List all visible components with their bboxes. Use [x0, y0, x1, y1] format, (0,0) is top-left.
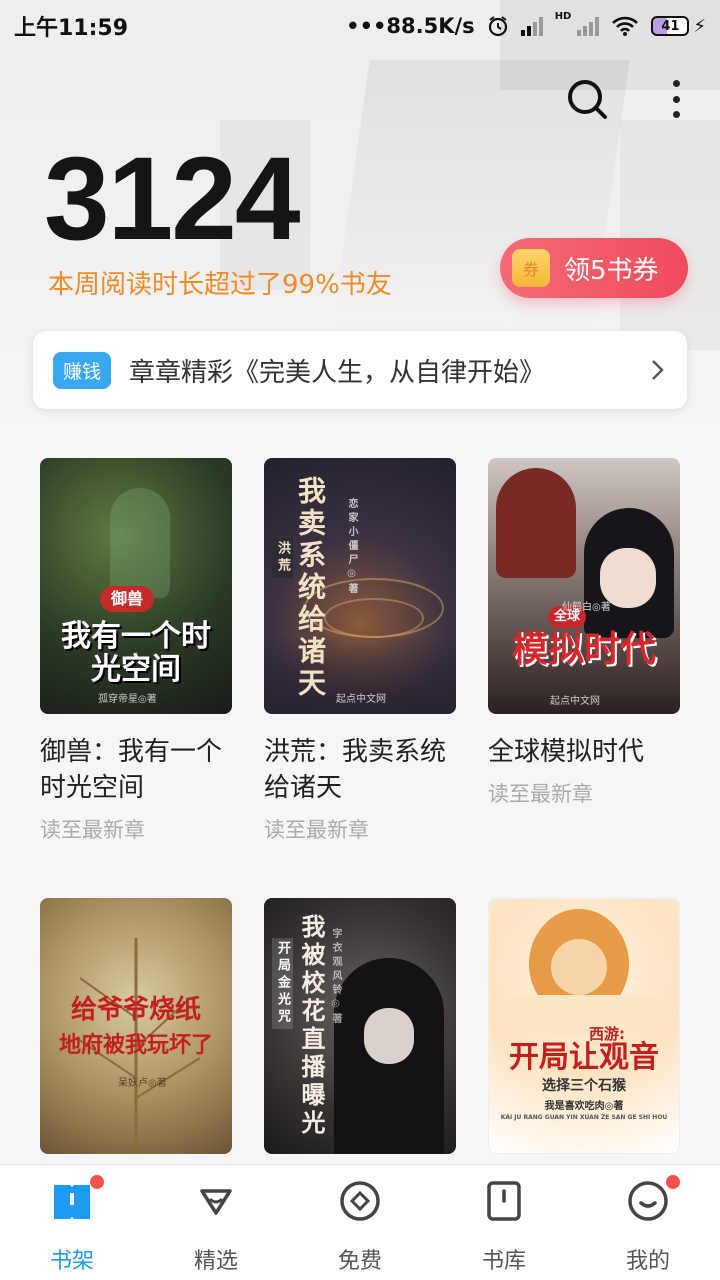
tab-label: 书库	[481, 1249, 526, 1274]
battery-level: 41	[661, 18, 680, 34]
reading-time-number: 3124	[44, 133, 301, 265]
book-cover[interactable]: 我被校花直播曝光 开局金光咒 字衣观风铃◎著	[264, 898, 456, 1154]
cover-subtitle: 选择三个石猴	[542, 1078, 626, 1094]
cover-title: 我被校花直播曝光	[297, 914, 325, 1138]
alarm-icon	[488, 16, 507, 37]
cover-subtitle: 地府被我玩坏了	[58, 1033, 213, 1058]
notification-dot	[666, 1175, 680, 1189]
reading-rank-text: 本周阅读时长超过了99%书友	[48, 270, 392, 300]
cover-tag: 洪荒	[272, 538, 293, 578]
tab-featured[interactable]: 精选	[144, 1165, 288, 1280]
cover-author: 呆妖卢◎著	[118, 1078, 167, 1089]
search-icon[interactable]	[564, 76, 610, 122]
book-card[interactable]: 西游: 开局让观音 选择三个石猴 我是喜欢吃肉◎著 KAI JU RANG GU…	[488, 898, 680, 1154]
book-progress: 读至最新章	[40, 818, 145, 842]
book-progress: 读至最新章	[264, 818, 369, 842]
tab-label: 免费	[337, 1249, 382, 1274]
network-speed: •••88.5K/s	[346, 14, 475, 38]
coupon-icon: 券	[512, 249, 550, 287]
book-cover[interactable]: 西游: 开局让观音 选择三个石猴 我是喜欢吃肉◎著 KAI JU RANG GU…	[488, 898, 680, 1154]
tab-label: 精选	[193, 1249, 238, 1274]
promo-banner[interactable]: 赚钱 章章精彩《完美人生，从自律开始》	[32, 330, 688, 410]
tab-profile[interactable]: 我的	[576, 1165, 720, 1280]
battery-icon: 41 ⚡	[651, 16, 706, 37]
book-title: 洪荒：我卖系统给诸天	[264, 737, 447, 803]
tab-label: 书架	[49, 1249, 94, 1274]
book-cover[interactable]: 给爷爷烧纸 地府被我玩坏了 呆妖卢◎著	[40, 898, 232, 1154]
wifi-icon	[612, 16, 639, 36]
tab-library[interactable]: 书库	[432, 1165, 576, 1280]
profile-icon	[626, 1175, 680, 1223]
banner-text: 章章精彩《完美人生，从自律开始》	[129, 357, 546, 388]
cover-title: 给爷爷烧纸	[70, 995, 201, 1025]
book-cover[interactable]: 御兽 我有一个时光空间 孤穿帝星◎著	[40, 458, 232, 714]
book-card[interactable]: 我被校花直播曝光 开局金光咒 字衣观风铃◎著	[264, 898, 456, 1154]
cover-publisher: 起点中文网	[336, 694, 386, 705]
free-icon	[338, 1179, 382, 1223]
cover-title: 开局让观音	[509, 1040, 659, 1075]
book-card[interactable]: 给爷爷烧纸 地府被我玩坏了 呆妖卢◎著	[40, 898, 232, 1154]
tab-bookshelf[interactable]: 书架	[0, 1165, 144, 1280]
bookshelf-icon	[50, 1175, 104, 1223]
book-title: 全球模拟时代	[488, 737, 645, 767]
cover-author: 我是喜欢吃肉◎著	[544, 1101, 624, 1112]
cover-title: 我有一个时光空间	[61, 619, 211, 687]
featured-icon	[194, 1179, 238, 1223]
cover-pinyin: KAI JU RANG GUAN YIN XUAN ZE SAN GE SHI …	[500, 1114, 668, 1121]
cover-author: 孤穿帝星◎著	[98, 694, 157, 705]
hd-indicator: HD	[554, 10, 572, 22]
banner-tag: 赚钱	[53, 351, 112, 389]
library-icon	[482, 1179, 526, 1223]
status-time: 上午11:59	[14, 16, 129, 41]
cover-publisher: 起点中文网	[550, 696, 600, 707]
claim-coupon-button[interactable]: 券 领5书券	[500, 238, 688, 298]
cover-author: 仙鹤白◎著	[562, 602, 611, 613]
status-bar: 上午11:59 •••88.5K/s HD 41 ⚡	[0, 0, 720, 52]
signal-icon	[520, 16, 543, 36]
book-cover[interactable]: 我卖系统给诸天 洪荒 恋家小僵尸◎著 起点中文网	[264, 458, 456, 714]
book-card[interactable]: 御兽 我有一个时光空间 孤穿帝星◎著 御兽：我有一个时光空间 读至最新章	[40, 458, 232, 844]
book-cover[interactable]: 全球 模拟时代 仙鹤白◎著 起点中文网	[488, 458, 680, 714]
signal-icon-2	[577, 16, 600, 36]
book-card[interactable]: 我卖系统给诸天 洪荒 恋家小僵尸◎著 起点中文网 洪荒：我卖系统给诸天 读至最新…	[264, 458, 456, 844]
tab-free[interactable]: 免费	[288, 1165, 432, 1280]
cover-tag: 御兽	[100, 586, 154, 612]
tab-label: 我的	[625, 1249, 670, 1274]
book-card[interactable]: 全球 模拟时代 仙鹤白◎著 起点中文网 全球模拟时代 读至最新章	[488, 458, 680, 808]
cover-title: 模拟时代	[511, 629, 656, 670]
cover-author: 字衣观风铃◎著	[330, 928, 341, 1027]
book-progress: 读至最新章	[488, 782, 593, 806]
more-options-icon[interactable]	[664, 76, 688, 122]
cover-title: 我卖系统给诸天	[294, 476, 327, 700]
leaf-illustration	[75, 938, 201, 1154]
cover-author: 恋家小僵尸◎著	[346, 498, 357, 597]
cover-tag: 开局金光咒	[272, 938, 293, 1029]
book-title: 御兽：我有一个时光空间	[40, 737, 223, 803]
bottom-tab-bar: 书架 精选 免费 书库 我的	[0, 1164, 720, 1280]
notification-dot	[90, 1175, 104, 1189]
chevron-right-icon	[652, 360, 664, 380]
coupon-label: 领5书券	[564, 255, 659, 286]
